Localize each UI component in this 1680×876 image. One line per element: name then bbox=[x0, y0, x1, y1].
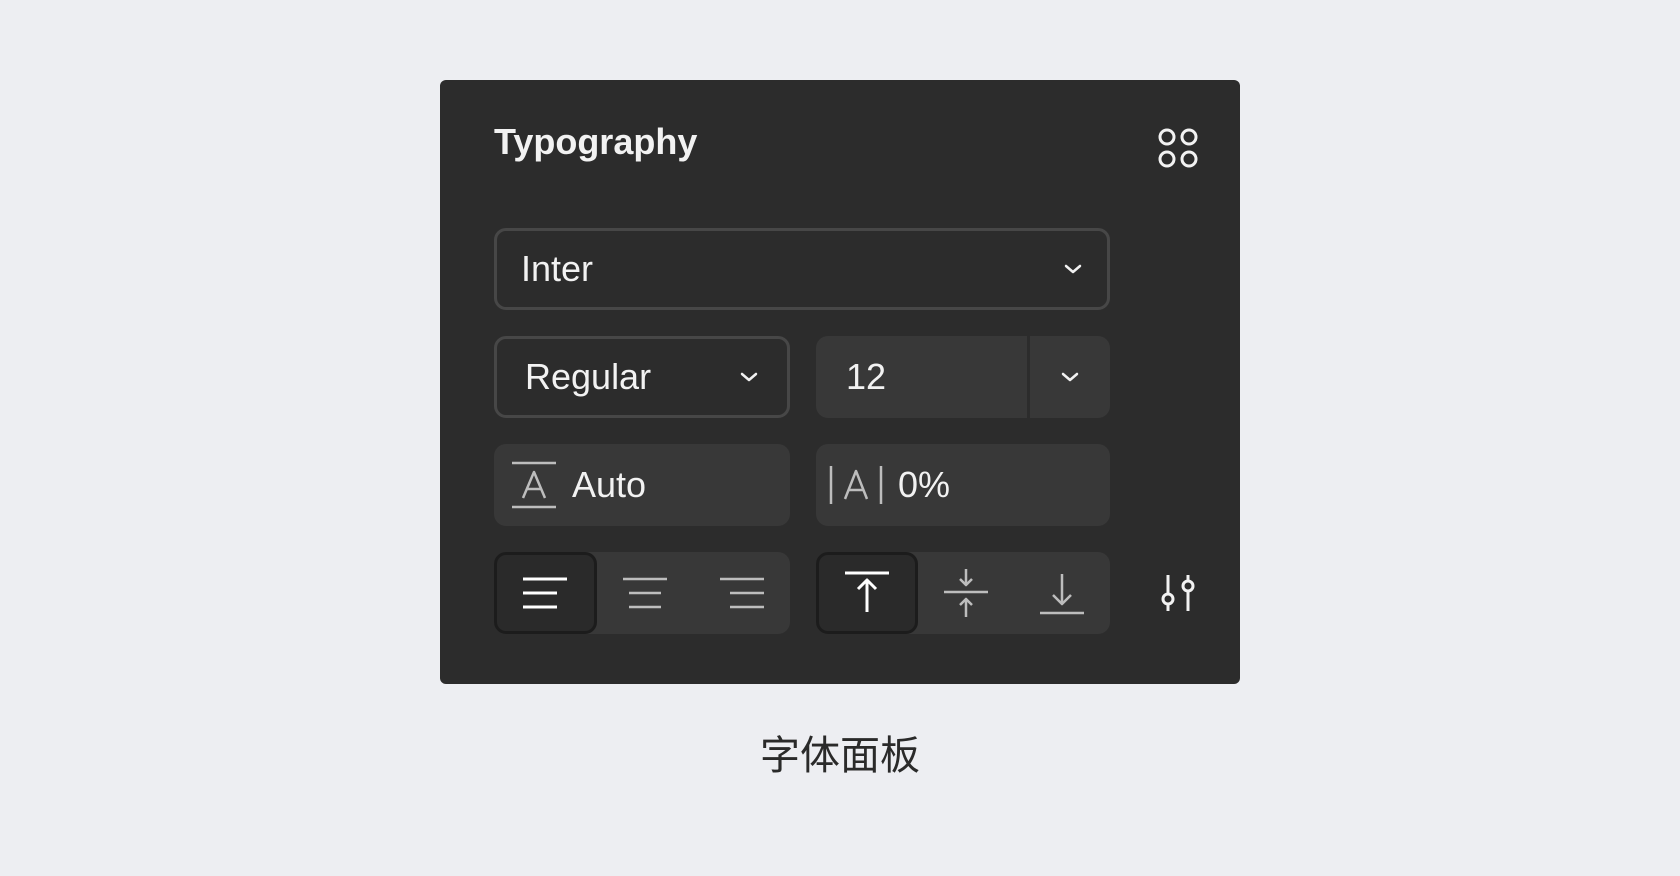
text-styles-button[interactable] bbox=[1154, 124, 1202, 172]
font-family-select[interactable]: Inter bbox=[494, 228, 1110, 310]
align-middle-icon bbox=[944, 569, 988, 617]
font-size-input[interactable]: 12 bbox=[816, 336, 1027, 418]
chevron-down-icon bbox=[740, 372, 758, 382]
chevron-down-icon bbox=[1061, 372, 1079, 382]
align-right-icon bbox=[719, 577, 764, 609]
font-weight-select[interactable]: Regular bbox=[494, 336, 790, 418]
typography-panel: Typography Inter Regular 12 Auto 0% bbox=[440, 80, 1240, 684]
align-top-button[interactable] bbox=[816, 552, 918, 634]
align-left-button[interactable] bbox=[494, 552, 597, 634]
font-weight-value: Regular bbox=[525, 356, 652, 397]
panel-title: Typography bbox=[494, 121, 698, 162]
align-left-icon bbox=[523, 577, 568, 609]
align-middle-button[interactable] bbox=[918, 552, 1014, 634]
align-center-icon bbox=[623, 577, 667, 609]
align-right-button[interactable] bbox=[693, 552, 790, 634]
letter-spacing-value: 0% bbox=[898, 464, 951, 505]
line-height-value: Auto bbox=[572, 464, 647, 505]
align-bottom-icon bbox=[1040, 574, 1084, 615]
chevron-down-icon bbox=[1064, 264, 1082, 274]
line-height-icon bbox=[510, 460, 558, 510]
text-align-group bbox=[494, 552, 790, 634]
sliders-icon bbox=[1161, 575, 1195, 611]
align-top-icon bbox=[845, 571, 889, 612]
font-family-value: Inter bbox=[521, 248, 594, 289]
vertical-align-group bbox=[816, 552, 1110, 634]
styles-grid-icon bbox=[1158, 128, 1198, 168]
font-size-value: 12 bbox=[846, 356, 887, 397]
line-height-input[interactable]: Auto bbox=[494, 444, 790, 526]
align-bottom-button[interactable] bbox=[1014, 552, 1110, 634]
align-center-button[interactable] bbox=[597, 552, 694, 634]
figure-caption: 字体面板 bbox=[760, 734, 920, 778]
font-size-field: 12 bbox=[816, 336, 1110, 418]
letter-spacing-input[interactable]: 0% bbox=[816, 444, 1110, 526]
font-size-dropdown-button[interactable] bbox=[1030, 336, 1110, 418]
advanced-settings-button[interactable] bbox=[1154, 568, 1202, 618]
letter-spacing-icon bbox=[828, 463, 884, 507]
